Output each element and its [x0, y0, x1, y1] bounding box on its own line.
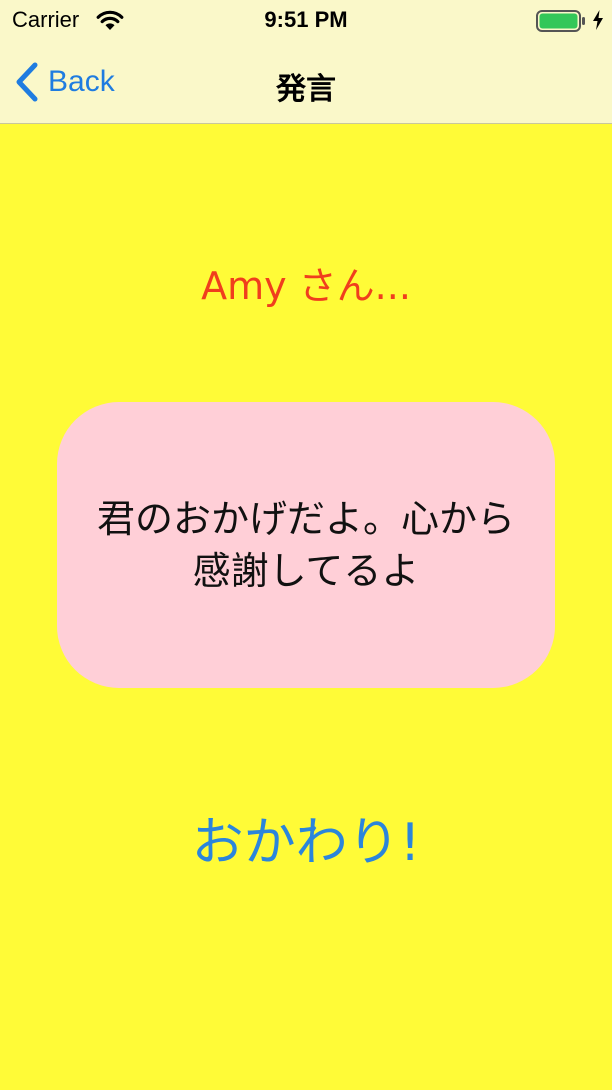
status-bar: Carrier 9:51 PM [0, 0, 612, 42]
charging-bolt-icon [593, 10, 603, 30]
status-time: 9:51 PM [264, 7, 348, 32]
speaker-name: Amy さん... [201, 264, 411, 308]
message-bubble: 君のおかげだよ。心から 感謝してるよ [57, 402, 555, 688]
battery-icon [536, 10, 585, 32]
more-button[interactable]: おかわり! [0, 800, 612, 875]
message-text: 君のおかげだよ。心から 感謝してるよ [96, 497, 515, 593]
navigation-bar: Back 発言 [0, 42, 612, 124]
page-title: 発言 [276, 72, 336, 107]
top-bar: Carrier 9:51 PM Back 発言 [0, 0, 612, 124]
